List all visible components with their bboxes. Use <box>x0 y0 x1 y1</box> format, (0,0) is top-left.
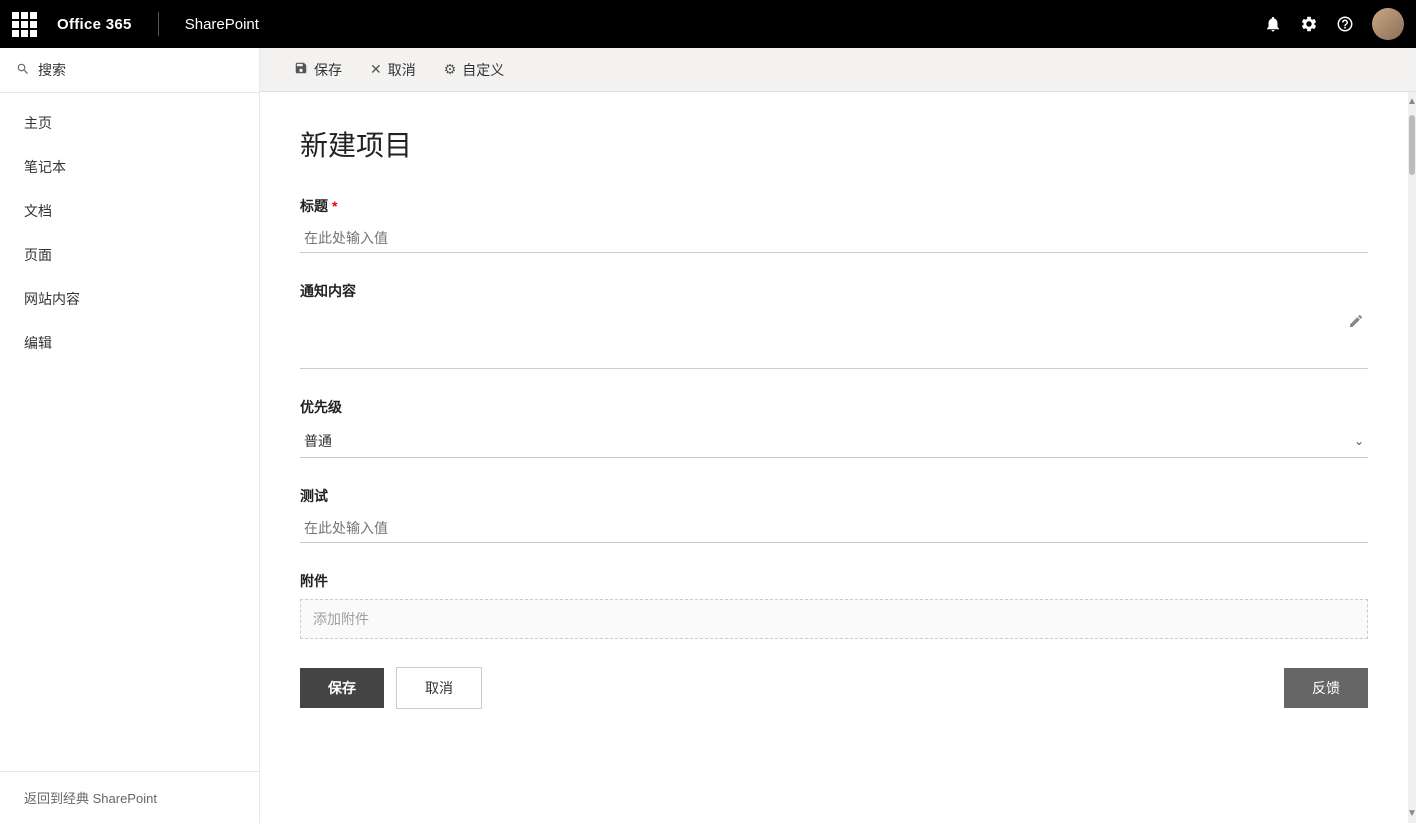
sidebar-navigation: 主页 笔记本 文档 页面 网站内容 编辑 <box>0 93 259 771</box>
test-input[interactable] <box>300 514 1368 543</box>
title-field: 标题 * <box>300 196 1368 253</box>
save-toolbar-button[interactable]: 保存 <box>280 48 356 92</box>
app-grid-icon[interactable] <box>12 12 37 37</box>
settings-icon[interactable] <box>1300 15 1318 33</box>
sidebar-item-home-label: 主页 <box>24 113 52 133</box>
test-field: 测试 <box>300 486 1368 543</box>
form-scroll-area: 新建项目 标题 * 通知内容 <box>260 92 1408 823</box>
sidebar-item-notebook[interactable]: 笔记本 <box>0 145 259 189</box>
form-cancel-button[interactable]: 取消 <box>396 667 482 709</box>
save-icon <box>294 61 308 78</box>
help-icon[interactable] <box>1336 15 1354 33</box>
priority-label: 优先级 <box>300 397 1368 417</box>
customize-toolbar-label: 自定义 <box>462 60 504 80</box>
sidebar: 搜索 主页 笔记本 文档 页面 网站内容 编辑 返回到经典 SharePoint <box>0 48 260 823</box>
chevron-down-icon: ⌄ <box>1354 434 1364 448</box>
scroll-indicator: ▲ ▼ <box>1408 92 1416 823</box>
product-title: SharePoint <box>185 16 259 33</box>
sidebar-item-pages-label: 页面 <box>24 245 52 265</box>
toolbar: 保存 ✕ 取消 ⚙ 自定义 <box>260 48 1416 92</box>
search-icon <box>16 62 30 79</box>
sidebar-item-site-contents-label: 网站内容 <box>24 289 80 309</box>
sidebar-item-edit-label: 编辑 <box>24 333 52 353</box>
scroll-thumb[interactable] <box>1409 115 1415 175</box>
sidebar-item-pages[interactable]: 页面 <box>0 233 259 277</box>
page-title: 新建项目 <box>300 124 1368 164</box>
edit-icon[interactable] <box>1348 313 1364 334</box>
customize-toolbar-button[interactable]: ⚙ 自定义 <box>430 48 519 92</box>
classic-sharepoint-link[interactable]: 返回到经典 SharePoint <box>0 771 259 823</box>
sidebar-item-documents-label: 文档 <box>24 201 52 221</box>
notification-label: 通知内容 <box>300 281 1368 301</box>
customize-icon: ⚙ <box>444 61 457 78</box>
user-avatar[interactable] <box>1372 8 1404 40</box>
content-area: 保存 ✕ 取消 ⚙ 自定义 新建项目 标题 * <box>260 48 1416 823</box>
scroll-up-arrow[interactable]: ▲ <box>1407 92 1416 111</box>
search-bar[interactable]: 搜索 <box>0 48 259 93</box>
feedback-button[interactable]: 反馈 <box>1284 668 1368 708</box>
priority-selected-value: 普通 <box>304 431 332 451</box>
office365-title: Office 365 <box>57 16 132 33</box>
sidebar-item-site-contents[interactable]: 网站内容 <box>0 277 259 321</box>
top-navbar: Office 365 SharePoint <box>0 0 1416 48</box>
cancel-toolbar-button[interactable]: ✕ 取消 <box>356 48 430 92</box>
form-buttons: 保存 取消 反馈 <box>300 667 1368 709</box>
notification-field: 通知内容 <box>300 281 1368 369</box>
attachment-label: 附件 <box>300 571 1368 591</box>
attachment-input[interactable]: 添加附件 <box>300 599 1368 639</box>
notifications-icon[interactable] <box>1264 15 1282 33</box>
sidebar-item-edit[interactable]: 编辑 <box>0 321 259 365</box>
test-label: 测试 <box>300 486 1368 506</box>
save-toolbar-label: 保存 <box>314 60 342 80</box>
cancel-icon: ✕ <box>370 61 382 78</box>
notification-editor[interactable] <box>300 309 1368 369</box>
form-save-button[interactable]: 保存 <box>300 668 384 708</box>
required-indicator: * <box>332 198 337 214</box>
title-input[interactable] <box>300 224 1368 253</box>
priority-field: 优先级 普通 ⌄ <box>300 397 1368 458</box>
sidebar-item-notebook-label: 笔记本 <box>24 157 66 177</box>
sidebar-item-documents[interactable]: 文档 <box>0 189 259 233</box>
sidebar-item-home[interactable]: 主页 <box>0 101 259 145</box>
priority-select[interactable]: 普通 ⌄ <box>300 425 1368 458</box>
nav-divider <box>158 12 159 36</box>
search-label[interactable]: 搜索 <box>38 60 66 80</box>
attachment-placeholder: 添加附件 <box>313 609 369 629</box>
scroll-down-arrow[interactable]: ▼ <box>1407 804 1416 823</box>
cancel-toolbar-label: 取消 <box>388 60 416 80</box>
title-label: 标题 * <box>300 196 1368 216</box>
attachment-field: 附件 添加附件 <box>300 571 1368 639</box>
